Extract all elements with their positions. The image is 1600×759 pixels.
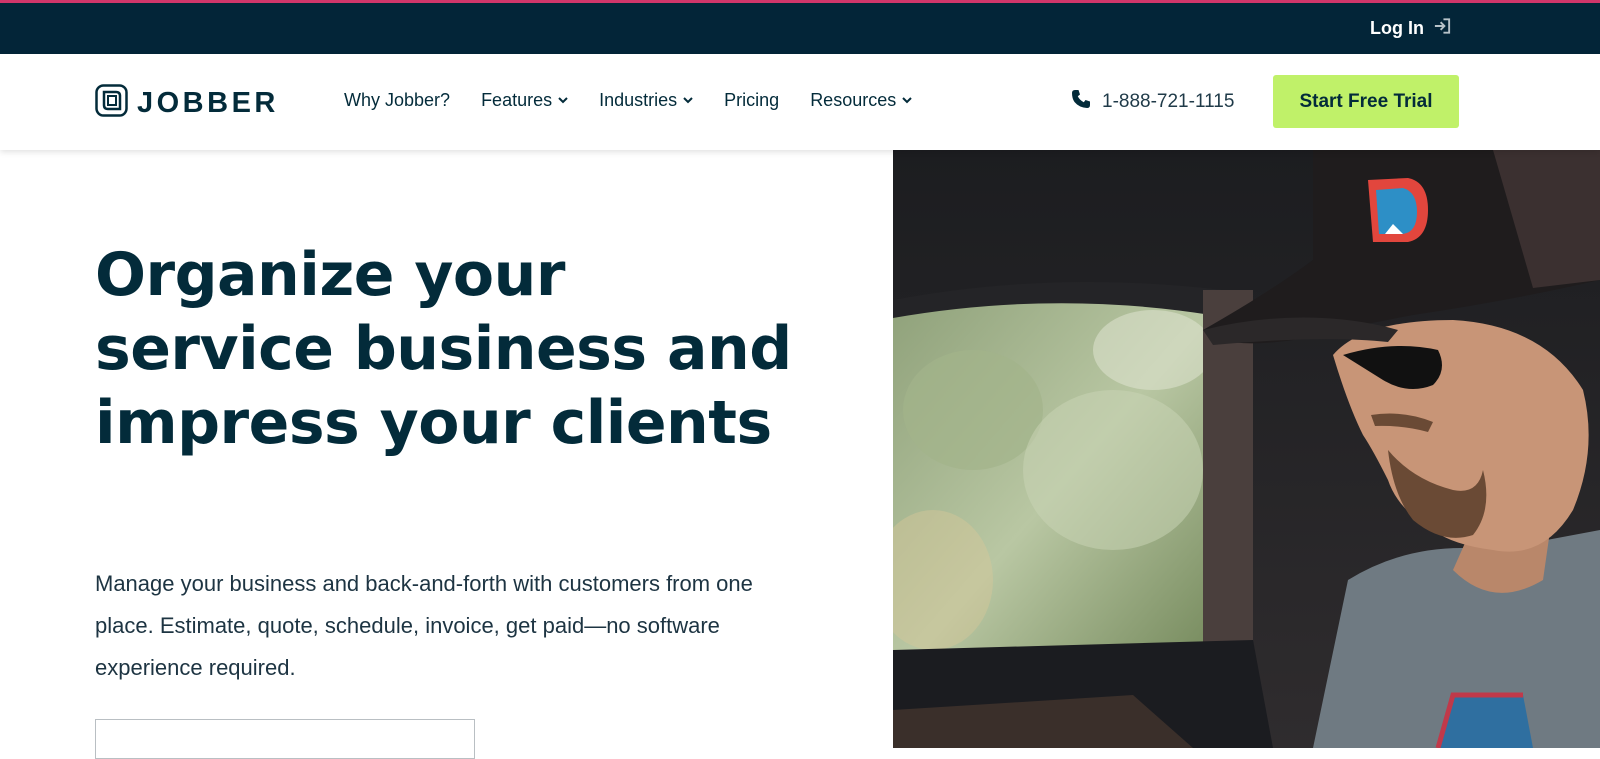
- jobber-logo[interactable]: JOBBER: [95, 84, 279, 122]
- nav-links: Why Jobber? Features Industries Pricing …: [344, 90, 943, 111]
- phone-icon: [1071, 89, 1091, 115]
- hero-subtitle: Manage your business and back-and-forth …: [95, 571, 753, 680]
- nav-industries-label: Industries: [599, 90, 678, 110]
- nav-pricing-label: Pricing: [724, 90, 780, 110]
- login-link[interactable]: Log In: [1370, 17, 1452, 40]
- chevron-down-icon: [683, 97, 693, 104]
- sign-in-icon: [1433, 17, 1452, 40]
- chevron-down-icon: [558, 97, 568, 104]
- nav-why-jobber-label: Why Jobber?: [344, 90, 451, 110]
- utility-bar: Log In: [0, 3, 1600, 54]
- nav-pricing[interactable]: Pricing: [724, 90, 779, 111]
- nav-resources[interactable]: Resources: [810, 90, 912, 111]
- hero-email-field[interactable]: [95, 719, 475, 759]
- nav-features-label: Features: [481, 90, 553, 110]
- nav-features[interactable]: Features: [481, 90, 568, 111]
- chevron-down-icon: [902, 97, 912, 104]
- main-navigation: JOBBER Why Jobber? Features Industries P…: [0, 54, 1600, 150]
- jobber-mark-icon: [95, 84, 128, 122]
- nav-resources-label: Resources: [810, 90, 897, 110]
- nav-why-jobber[interactable]: Why Jobber?: [344, 90, 450, 111]
- start-free-trial-button[interactable]: Start Free Trial: [1273, 75, 1459, 128]
- nav-industries[interactable]: Industries: [599, 90, 693, 111]
- phone-number: 1-888-721-1115: [1102, 91, 1235, 112]
- hero-image: [893, 150, 1600, 748]
- login-label: Log In: [1370, 18, 1424, 38]
- phone-link[interactable]: 1-888-721-1115: [1071, 89, 1234, 115]
- logo-wordmark: JOBBER: [137, 86, 279, 119]
- hero-title: Organize your service business and impre…: [95, 240, 792, 458]
